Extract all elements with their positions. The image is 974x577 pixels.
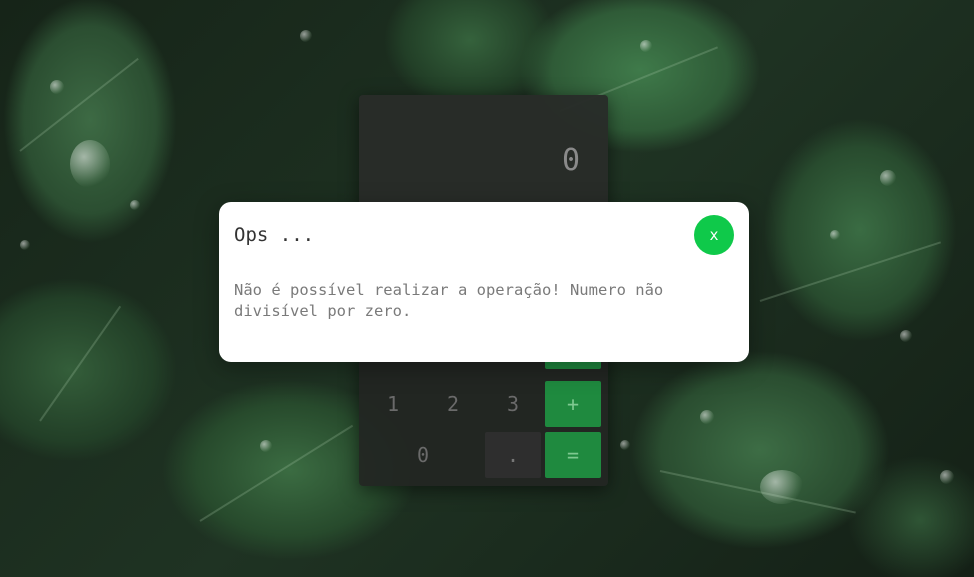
close-button[interactable]: x xyxy=(694,215,734,255)
modal-message: Não é possível realizar a operação! Nume… xyxy=(234,281,664,320)
app-screen: 0 1 2 3 + 0 . = Ops ... x Não é possível… xyxy=(0,0,974,577)
key-equals[interactable]: = xyxy=(545,432,601,478)
display-value: 0 xyxy=(561,143,580,178)
modal-title: Ops ... xyxy=(234,224,315,246)
key-0[interactable]: 0 xyxy=(365,432,481,478)
key-2[interactable]: 2 xyxy=(425,381,481,427)
key-dot[interactable]: . xyxy=(485,432,541,478)
key-1[interactable]: 1 xyxy=(365,381,421,427)
close-icon: x xyxy=(709,226,719,244)
error-modal: Ops ... x Não é possível realizar a oper… xyxy=(219,202,749,362)
calculator-display: 0 xyxy=(359,95,608,205)
key-plus[interactable]: + xyxy=(545,381,601,427)
key-3[interactable]: 3 xyxy=(485,381,541,427)
